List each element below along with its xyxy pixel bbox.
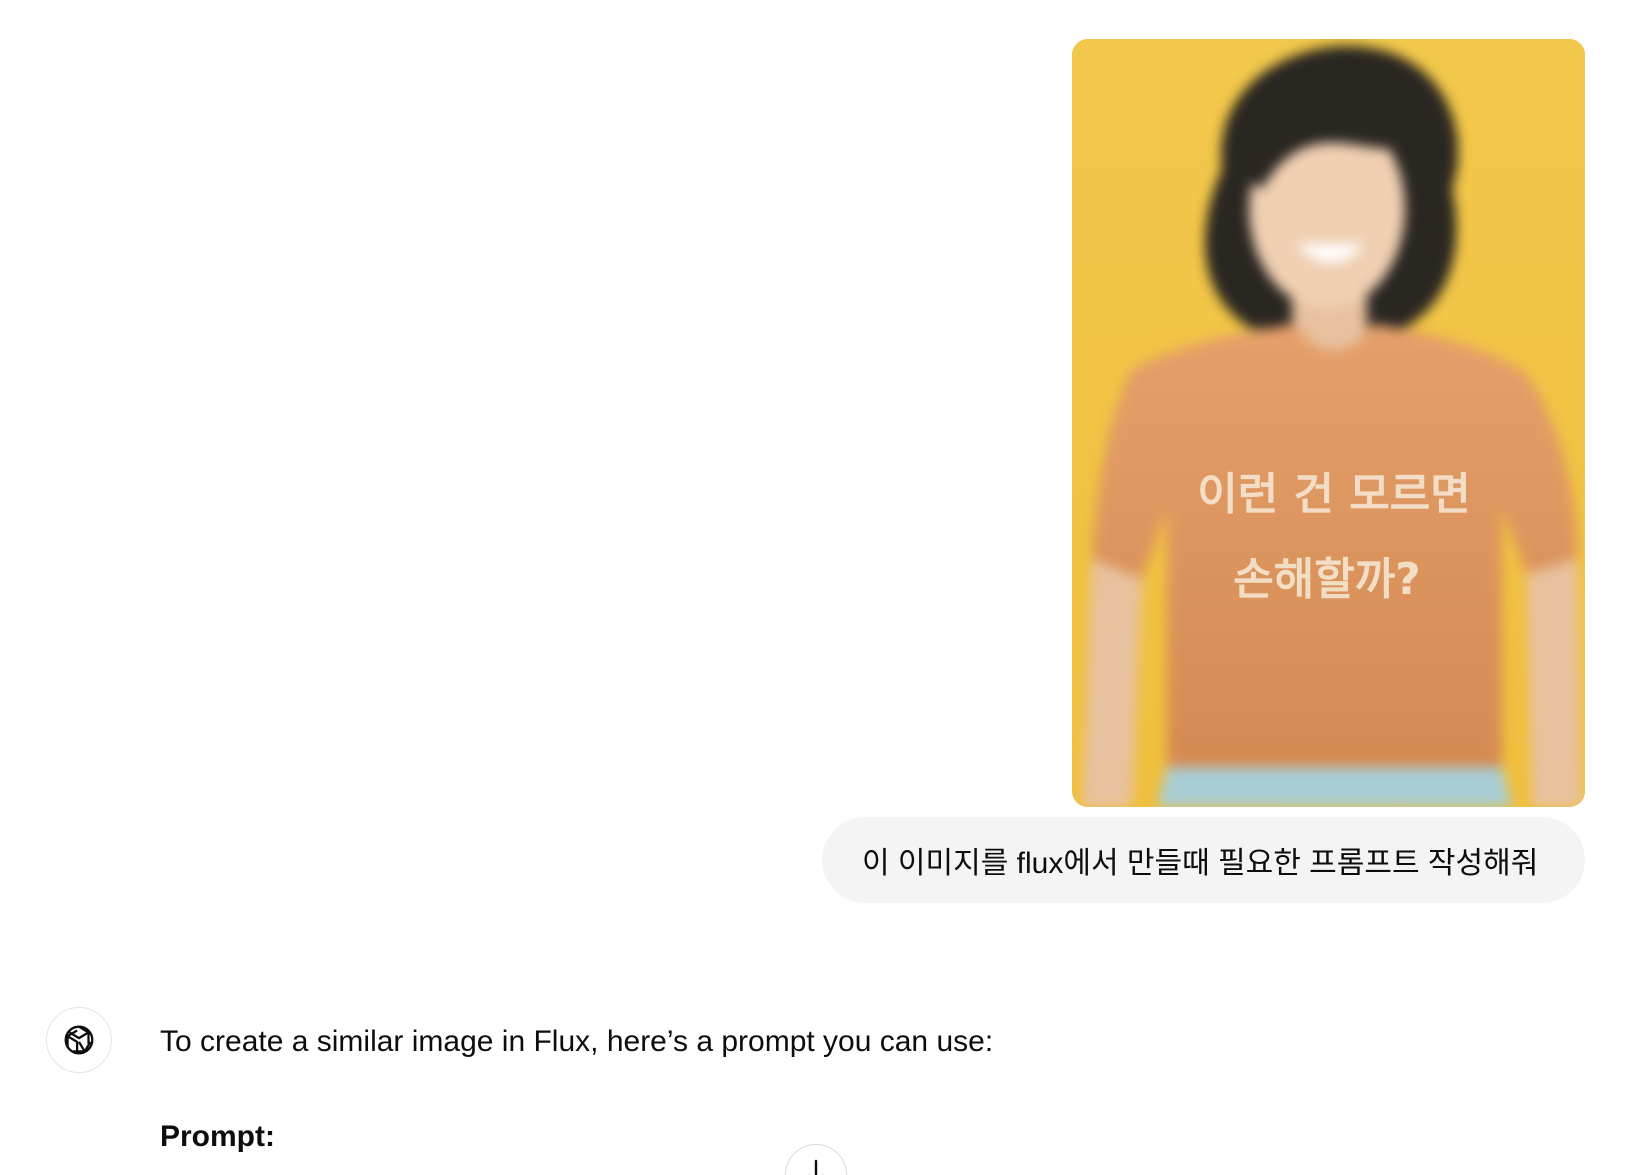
photo-illustration: 이런 건 모르면 손해할까? <box>1072 39 1585 807</box>
user-image-attachment[interactable]: 이런 건 모르면 손해할까? <box>1072 39 1585 807</box>
user-message-text: 이 이미지를 flux에서 만들때 필요한 프롬프트 작성해줘 <box>862 847 1539 880</box>
openai-logo-icon <box>64 1025 94 1055</box>
arrow-down-icon <box>808 1159 824 1175</box>
shirt-lettering-line2: 손해할까? <box>1233 554 1420 605</box>
assistant-intro-text: To create a similar image in Flux, here’… <box>160 1025 994 1058</box>
scroll-to-bottom-button[interactable] <box>785 1144 847 1175</box>
prompt-heading: Prompt: <box>160 1120 275 1153</box>
chat-page: 이런 건 모르면 손해할까? 이 이미지를 flux에서 만들때 필요한 프롬프… <box>0 0 1633 1175</box>
user-message-bubble: 이 이미지를 flux에서 만들때 필요한 프롬프트 작성해줘 <box>822 817 1585 903</box>
assistant-avatar <box>46 1007 112 1073</box>
shirt-lettering-line1: 이런 건 모르면 <box>1197 469 1471 520</box>
